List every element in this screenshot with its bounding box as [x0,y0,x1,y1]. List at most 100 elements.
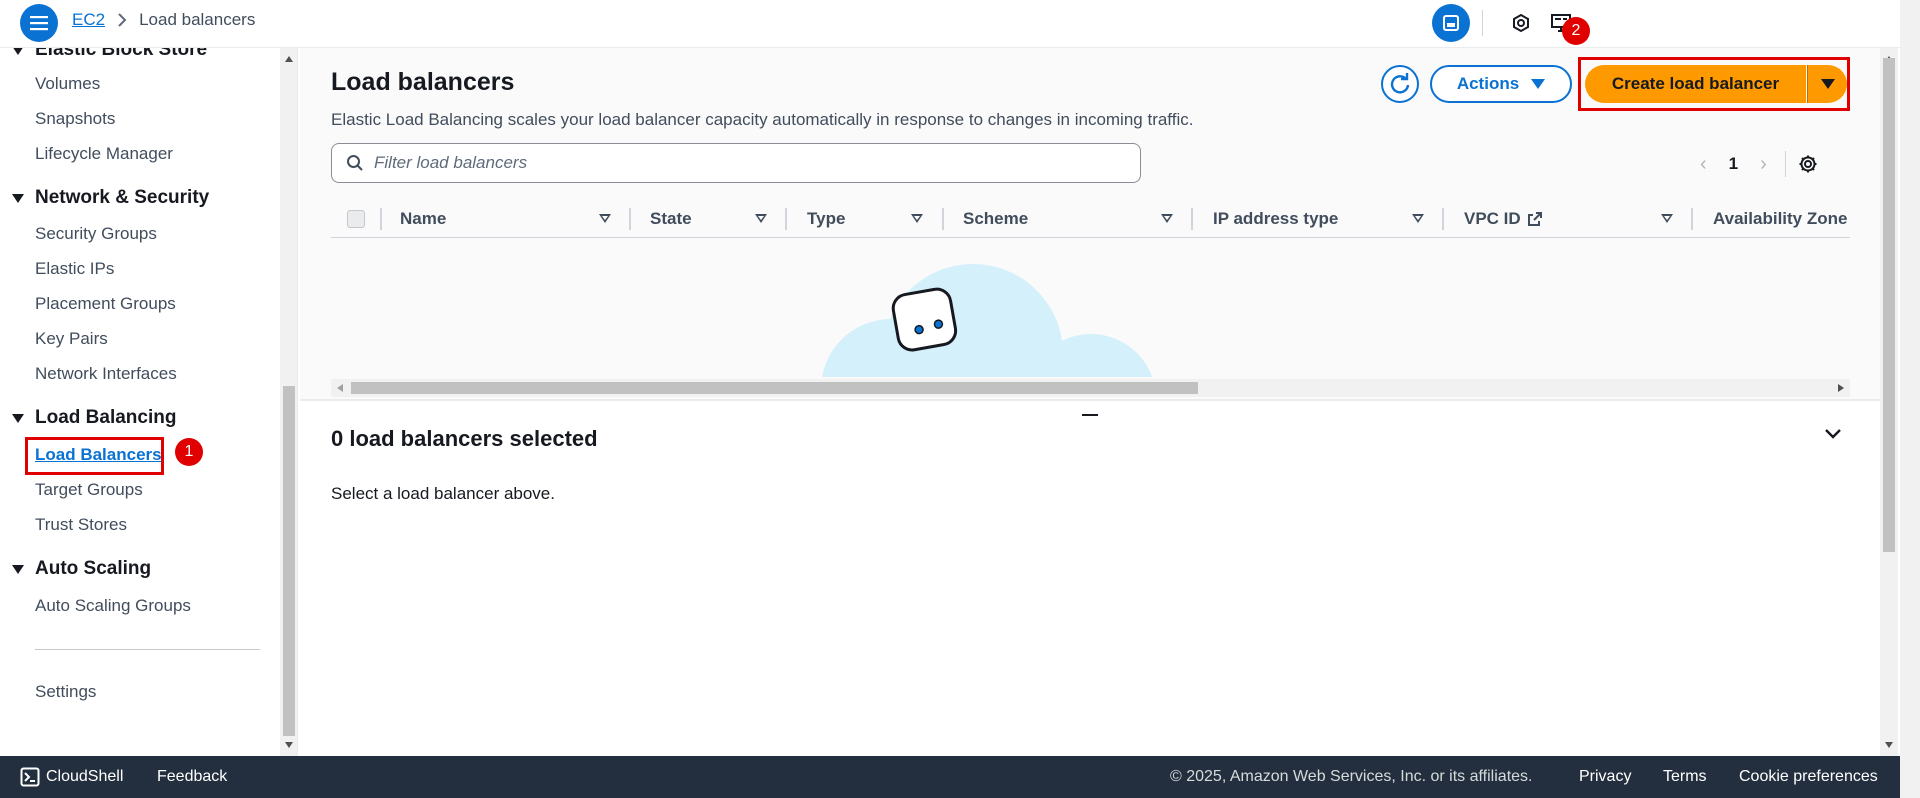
sidebar-item-settings[interactable]: Settings [35,682,96,702]
refresh-icon [1390,73,1410,94]
sidebar-section-auto-scaling[interactable]: Auto Scaling [12,558,151,580]
sidebar-item-network-interfaces[interactable]: Network Interfaces [35,364,177,384]
terms-link[interactable]: Terms [1663,756,1707,798]
column-divider [380,208,382,230]
sort-icon[interactable] [755,214,767,223]
column-header-availability-zone[interactable]: Availability Zone [1713,200,1847,237]
sidebar-item-auto-scaling-groups[interactable]: Auto Scaling Groups [35,596,191,616]
sidebar-section-network-security[interactable]: Network & Security [12,187,209,209]
panel-toggle-icon[interactable] [1432,4,1470,42]
caret-down-icon [12,193,24,203]
cloudshell-button[interactable]: CloudShell [20,756,123,798]
sort-icon[interactable] [1661,214,1673,223]
breadcrumb-ec2-link[interactable]: EC2 [72,10,105,30]
column-header-ip-address-type[interactable]: IP address type [1213,200,1338,237]
select-all-checkbox[interactable] [347,210,365,228]
breadcrumb-current: Load balancers [139,10,256,29]
sort-icon[interactable] [1161,214,1173,223]
toolbar-divider [1482,10,1483,36]
table-header: Name State Type Scheme IP address type V… [331,200,1850,238]
sidebar-item-placement-groups[interactable]: Placement Groups [35,294,176,314]
sort-icon[interactable] [1412,214,1424,223]
column-header-state[interactable]: State [650,200,692,237]
column-divider[interactable] [1691,208,1693,230]
scroll-right-icon[interactable] [1838,384,1844,392]
column-divider[interactable] [1191,208,1193,230]
main-content: Load balancers Elastic Load Balancing sc… [300,17,1880,756]
copyright-text: © 2025, Amazon Web Services, Inc. or its… [1170,768,1533,785]
main-scroll-thumb[interactable] [1883,58,1895,552]
step-badge-1: 1 [175,438,203,466]
sidebar-navigation: Elastic Block Store Volumes Snapshots Li… [0,48,280,756]
feedback-link[interactable]: Feedback [157,756,227,798]
filter-input[interactable] [374,153,1114,173]
pager-divider [1784,151,1786,177]
load-balancers-table-panel: Load balancers Elastic Load Balancing sc… [300,17,1880,401]
hexagon-settings-icon[interactable] [1507,9,1535,37]
column-divider[interactable] [942,208,944,230]
sidebar-item-trust-stores[interactable]: Trust Stores [35,515,127,535]
create-options-dropdown[interactable] [1807,65,1847,103]
sidebar-scroll-thumb[interactable] [283,386,295,736]
refresh-button[interactable] [1381,65,1419,103]
sidebar-item-volumes[interactable]: Volumes [35,74,100,94]
scroll-left-icon[interactable] [337,384,343,392]
sidebar-item-key-pairs[interactable]: Key Pairs [35,329,108,349]
chevron-right-icon [117,13,127,27]
split-panel-title: 0 load balancers selected [331,426,598,451]
sidebar-section-elastic-block-store[interactable]: Elastic Block Store [12,48,207,61]
menu-icon[interactable] [20,4,58,42]
create-load-balancer-button[interactable]: Create load balancer [1585,65,1806,103]
caret-down-icon [12,48,24,55]
scroll-down-icon[interactable] [285,742,293,748]
column-header-scheme[interactable]: Scheme [963,200,1028,237]
actions-dropdown-button[interactable]: Actions [1430,65,1572,103]
page-number[interactable]: 1 [1729,154,1738,174]
sidebar-scrollbar[interactable] [280,48,298,756]
horizontal-scroll-thumb[interactable] [351,382,1198,394]
chevron-left-icon[interactable]: ‹ [1700,153,1707,176]
column-divider[interactable] [1442,208,1444,230]
scroll-down-icon[interactable] [1885,742,1893,748]
console-footer: CloudShell Feedback © 2025, Amazon Web S… [0,756,1900,798]
column-divider[interactable] [785,208,787,230]
sort-icon[interactable] [599,214,611,223]
step-badge-2: 2 [1562,17,1590,45]
sidebar-item-elastic-ips[interactable]: Elastic IPs [35,259,114,279]
sidebar-item-lifecycle-manager[interactable]: Lifecycle Manager [35,144,173,164]
caret-down-icon [1531,79,1546,89]
section-label: Load Balancing [35,407,177,428]
actions-label: Actions [1456,74,1520,93]
table-horizontal-scrollbar[interactable] [331,379,1850,397]
main-scrollbar[interactable] [1880,48,1898,756]
scroll-up-icon[interactable] [285,56,293,62]
search-icon [347,155,363,171]
sidebar-item-security-groups[interactable]: Security Groups [35,224,157,244]
external-link-icon [1527,212,1542,226]
caret-down-icon [1820,79,1835,89]
vpc-id-label: VPC ID [1464,209,1521,228]
sidebar-item-snapshots[interactable]: Snapshots [35,109,115,129]
chevron-down-icon[interactable] [1824,428,1842,440]
split-panel-resize-handle[interactable] [1082,414,1098,416]
filter-bar [331,143,1141,183]
sidebar-item-target-groups[interactable]: Target Groups [35,480,143,500]
sidebar-section-load-balancing[interactable]: Load Balancing [12,407,176,429]
gear-icon[interactable] [1798,154,1818,174]
chevron-right-icon[interactable]: › [1760,153,1767,176]
section-label: Elastic Block Store [35,48,208,60]
caret-down-icon [12,564,24,574]
column-header-type[interactable]: Type [807,200,845,237]
privacy-link[interactable]: Privacy [1579,756,1631,798]
breadcrumb: EC2 Load balancers [72,10,255,30]
sort-icon[interactable] [911,214,923,223]
column-header-vpc-id[interactable]: VPC ID [1464,200,1543,237]
window-scrollbar[interactable] [1900,0,1920,798]
column-header-name[interactable]: Name [400,200,446,237]
column-divider[interactable] [629,208,631,230]
sidebar-item-load-balancers[interactable]: Load Balancers [35,445,162,465]
cookie-preferences-link[interactable]: Cookie preferences [1739,756,1878,798]
terminal-icon [20,767,40,787]
page-title: Load balancers [331,68,515,96]
split-panel-message: Select a load balancer above. [331,484,555,503]
